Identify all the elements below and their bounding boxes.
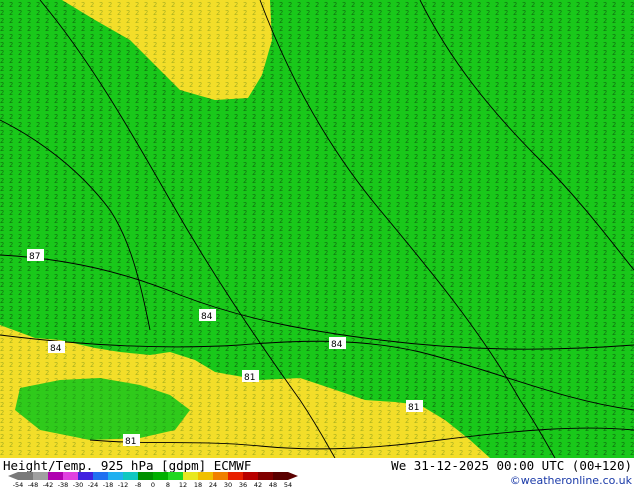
- scale-swatch: [78, 472, 93, 480]
- forecast-map: 2 87 84 84 84 81 81 81: [0, 0, 634, 458]
- scale-tick-label: -38: [57, 481, 69, 489]
- scale-tick-label: 0: [150, 481, 156, 489]
- contour-label: 81: [408, 403, 419, 413]
- scale-arrow-left: [8, 472, 18, 480]
- scale-tick-label: 54: [283, 481, 293, 489]
- contour-label: 84: [50, 344, 62, 354]
- scale-swatch: [123, 472, 138, 480]
- scale-tick-label: 12: [178, 481, 188, 489]
- scale-tick-label: -24: [87, 481, 99, 489]
- scale-swatch: [18, 472, 33, 480]
- scale-swatch: [93, 472, 108, 480]
- scale-tick-label: -54: [12, 481, 24, 489]
- map-footer: Height/Temp. 925 hPa [gdpm] ECMWF We 31-…: [0, 458, 634, 490]
- scale-tick-label: -12: [117, 481, 129, 489]
- scale-tick-label: -8: [134, 481, 142, 489]
- scale-swatch: [183, 472, 198, 480]
- scale-arrow-right: [288, 472, 298, 480]
- forecast-datetime: We 31-12-2025 00:00 UTC (00+120): [391, 458, 632, 473]
- scale-swatch: [63, 472, 78, 480]
- contour-label: 84: [201, 312, 213, 322]
- scale-swatch: [228, 472, 243, 480]
- scale-swatch: [138, 472, 153, 480]
- credit-link[interactable]: ©weatheronline.co.uk: [510, 474, 632, 487]
- scale-tick-label: 24: [208, 481, 218, 489]
- contour-label: 81: [125, 437, 136, 447]
- scale-swatch: [48, 472, 63, 480]
- scale-tick-label: 8: [165, 481, 171, 489]
- scale-swatch: [258, 472, 273, 480]
- scale-swatch: [108, 472, 123, 480]
- scale-tick-label: 36: [238, 481, 248, 489]
- scale-tick-label: 42: [253, 481, 263, 489]
- contour-label: 84: [331, 340, 343, 350]
- scale-tick-label: 18: [193, 481, 203, 489]
- scale-swatch: [168, 472, 183, 480]
- scale-tick-label: -42: [42, 481, 54, 489]
- contour-label: 87: [29, 252, 40, 262]
- scale-swatch: [33, 472, 48, 480]
- scale-tick-label: 48: [268, 481, 278, 489]
- map-title: Height/Temp. 925 hPa [gdpm] ECMWF: [3, 458, 252, 473]
- scale-tick-label: -18: [102, 481, 114, 489]
- scale-swatch: [243, 472, 258, 480]
- scale-swatch: [198, 472, 213, 480]
- scale-swatch: [153, 472, 168, 480]
- scale-tick-label: 30: [223, 481, 233, 489]
- scale-swatch: [273, 472, 288, 480]
- scale-tick-label: -30: [72, 481, 84, 489]
- scale-swatch: [213, 472, 228, 480]
- scale-tick-label: -48: [27, 481, 39, 489]
- contour-label: 81: [244, 373, 255, 383]
